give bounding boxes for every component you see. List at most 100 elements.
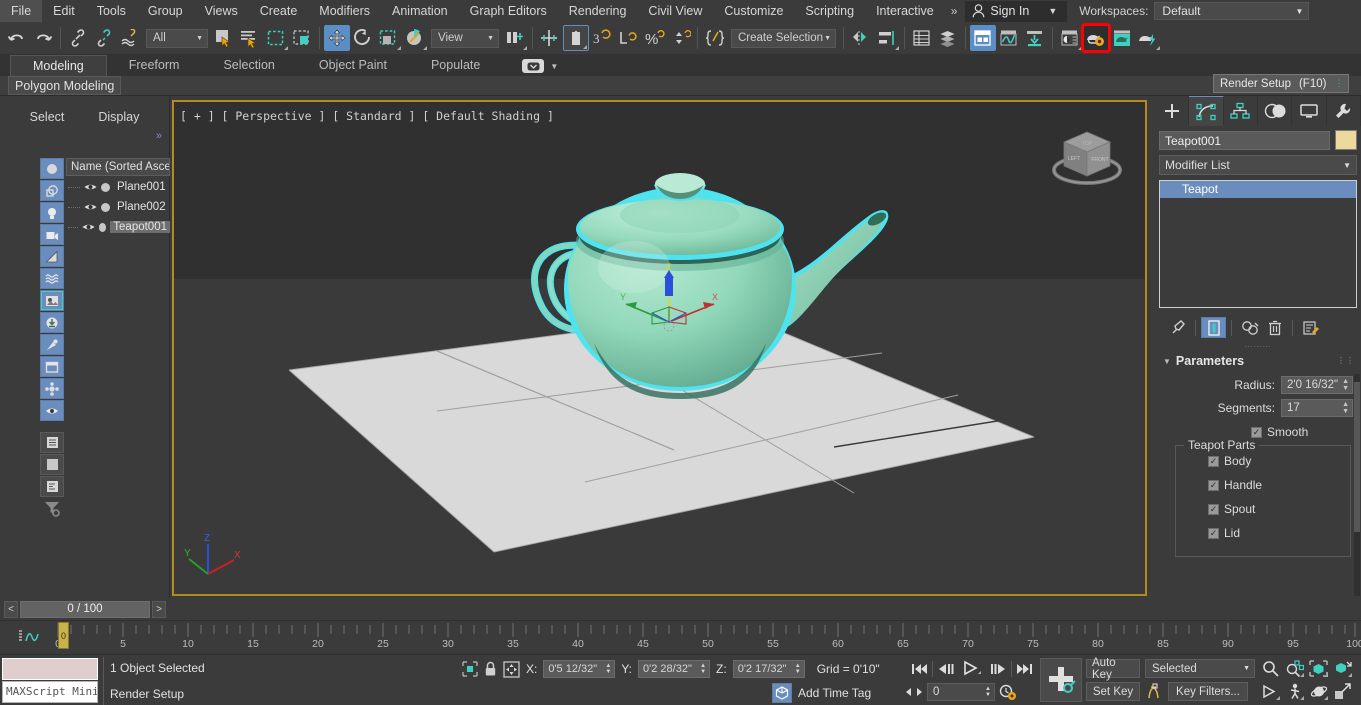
visibility-eye-icon[interactable]: [40, 400, 64, 421]
play-icon[interactable]: [959, 659, 985, 678]
mirror-button[interactable]: [848, 25, 874, 51]
maxscript-mini-listener[interactable]: MAXScript Mini: [2, 681, 98, 703]
track-bar-playhead[interactable]: 0: [58, 622, 69, 649]
pan-icon[interactable]: [1260, 682, 1281, 701]
auto-key-button[interactable]: Auto Key: [1086, 659, 1140, 678]
eye-icon[interactable]: [82, 221, 95, 234]
add-time-tag-row[interactable]: Add Time Tag: [772, 683, 871, 703]
time-configuration-icon[interactable]: [999, 684, 1017, 701]
configure-sets-icon[interactable]: [1298, 317, 1323, 338]
parameters-rollout-header[interactable]: ▼ Parameters ⋮⋮: [1155, 351, 1361, 370]
display-tab[interactable]: [1292, 96, 1326, 126]
menu-views[interactable]: Views: [194, 0, 249, 22]
selection-filter-dropdown[interactable]: All ▼: [146, 29, 208, 48]
absolute-mode-icon[interactable]: [503, 661, 520, 678]
containers-icon[interactable]: [40, 356, 64, 377]
use-center-flyout-button[interactable]: [502, 25, 528, 51]
time-slider-prev-button[interactable]: <: [4, 601, 18, 618]
window-crossing-toggle-button[interactable]: [289, 25, 315, 51]
scene-explorer-column-header[interactable]: Name (Sorted Ascend: [66, 158, 170, 176]
list-item[interactable]: Plane001: [66, 178, 170, 196]
object-name-field[interactable]: Teapot001: [1159, 131, 1330, 150]
scrollbar-thumb[interactable]: [1354, 382, 1360, 532]
checkbox-icon[interactable]: ✓: [1208, 528, 1219, 539]
spinner-arrows-icon[interactable]: ▲▼: [985, 686, 991, 698]
select-and-manipulate-button[interactable]: [537, 25, 563, 51]
make-unique-icon[interactable]: [1237, 317, 1262, 338]
command-panel-scrollbar[interactable]: [1354, 374, 1360, 596]
go-to-start-icon[interactable]: [908, 659, 930, 678]
menu-tools[interactable]: Tools: [86, 0, 137, 22]
reference-coordinate-system-dropdown[interactable]: View ▼: [431, 29, 499, 48]
selection-lock-icon[interactable]: [462, 661, 478, 677]
menu-animation[interactable]: Animation: [381, 0, 459, 22]
chevron-down-icon[interactable]: ▼: [1163, 357, 1171, 366]
zoom-extents-icon[interactable]: [1308, 659, 1329, 678]
key-filter-selection-dropdown[interactable]: Selected ▼: [1145, 659, 1255, 678]
smooth-checkbox-row[interactable]: ✓ Smooth: [1251, 425, 1353, 439]
bones-icon[interactable]: [40, 334, 64, 355]
select-and-rotate-button[interactable]: [350, 25, 376, 51]
particles-icon[interactable]: [40, 378, 64, 399]
material-editor-button[interactable]: [1057, 25, 1083, 51]
select-and-move-button[interactable]: [324, 25, 350, 51]
lock-icon[interactable]: [484, 661, 497, 677]
blank-icon[interactable]: [40, 454, 64, 475]
time-slider-next-button[interactable]: >: [152, 601, 166, 618]
ribbon-tab-selection[interactable]: Selection: [201, 55, 296, 76]
spinner-arrows-icon[interactable]: ▲▼: [1342, 378, 1349, 392]
toggle-ribbon-button[interactable]: [970, 25, 996, 51]
zoom-region-icon[interactable]: [1332, 659, 1353, 678]
menu-scripting[interactable]: Scripting: [794, 0, 865, 22]
modifier-stack-item-teapot[interactable]: Teapot: [1160, 181, 1356, 198]
ribbon-tab-object-paint[interactable]: Object Paint: [297, 55, 409, 76]
align-flyout-button[interactable]: [874, 25, 900, 51]
spout-checkbox-row[interactable]: ✓ Spout: [1208, 502, 1350, 516]
pin-stack-icon[interactable]: [1165, 317, 1190, 338]
eye-icon[interactable]: [84, 181, 97, 194]
modifier-stack[interactable]: Teapot: [1159, 180, 1357, 308]
list-item[interactable]: Plane002: [66, 198, 170, 216]
snaps-toggle-button[interactable]: [563, 25, 589, 51]
select-and-link-button[interactable]: [65, 25, 91, 51]
ribbon-tab-modeling[interactable]: Modeling: [10, 55, 107, 76]
spinner-arrows-icon[interactable]: ▲▼: [1342, 401, 1349, 415]
viewport-label[interactable]: [ + ] [ Perspective ] [ Standard ] [ Def…: [180, 109, 554, 123]
render-setup-button[interactable]: [1083, 25, 1109, 51]
remove-modifier-icon[interactable]: [1262, 317, 1287, 338]
default-in-out-tangent-icon[interactable]: [1146, 683, 1166, 701]
time-slider-field[interactable]: 0 / 100: [20, 601, 150, 618]
x-coordinate-field[interactable]: 0'5 12/32" ▲▼: [543, 660, 615, 678]
spinner-arrows-icon[interactable]: ▲▼: [700, 663, 706, 675]
percent-snap-toggle-button[interactable]: %: [641, 25, 667, 51]
menu-graph-editors[interactable]: Graph Editors: [459, 0, 558, 22]
track-bar-ruler[interactable]: 0 5 10 15 20 25 30 35 40 45 50 55 60 65 …: [56, 623, 1359, 653]
rendered-frame-window-button[interactable]: [1109, 25, 1135, 51]
checkbox-icon[interactable]: ✓: [1208, 480, 1219, 491]
track-bar[interactable]: 0 5 10 15 20 25 30 35 40 45 50 55 60 65 …: [0, 620, 1361, 654]
list-item-label[interactable]: Plane002: [114, 201, 169, 213]
sign-in-caret[interactable]: ▼: [1048, 6, 1057, 16]
ribbon-options-caret[interactable]: ▼: [550, 62, 558, 71]
segments-spinner[interactable]: 17 ▲▼: [1281, 399, 1353, 417]
menu-overflow-chevron[interactable]: »: [945, 4, 964, 18]
utilities-tab[interactable]: [1327, 96, 1361, 126]
checkbox-icon[interactable]: ✓: [1208, 456, 1219, 467]
spinner-snap-toggle-button[interactable]: [615, 25, 641, 51]
checkbox-icon[interactable]: ✓: [1208, 504, 1219, 515]
filter-funnel-icon[interactable]: [40, 498, 64, 519]
xrefs-icon[interactable]: [40, 312, 64, 333]
select-and-place-button[interactable]: [402, 25, 428, 51]
menu-modifiers[interactable]: Modifiers: [308, 0, 381, 22]
walkthrough-icon[interactable]: [1284, 682, 1305, 701]
list-item-label[interactable]: Plane001: [114, 181, 169, 193]
freeze-toggle-icon[interactable]: [99, 223, 106, 232]
curve-editor-icon[interactable]: [18, 629, 40, 645]
spinner-arrows-icon[interactable]: ▲▼: [605, 663, 611, 675]
schematic-view-button[interactable]: [1022, 25, 1048, 51]
toggle-layer-explorer-button[interactable]: [935, 25, 961, 51]
named-selection-sets-dropdown[interactable]: Create Selection Se ▼: [731, 29, 836, 48]
redo-button[interactable]: [30, 25, 56, 51]
menu-rendering[interactable]: Rendering: [558, 0, 638, 22]
hierarchy-tab[interactable]: [1224, 96, 1258, 126]
